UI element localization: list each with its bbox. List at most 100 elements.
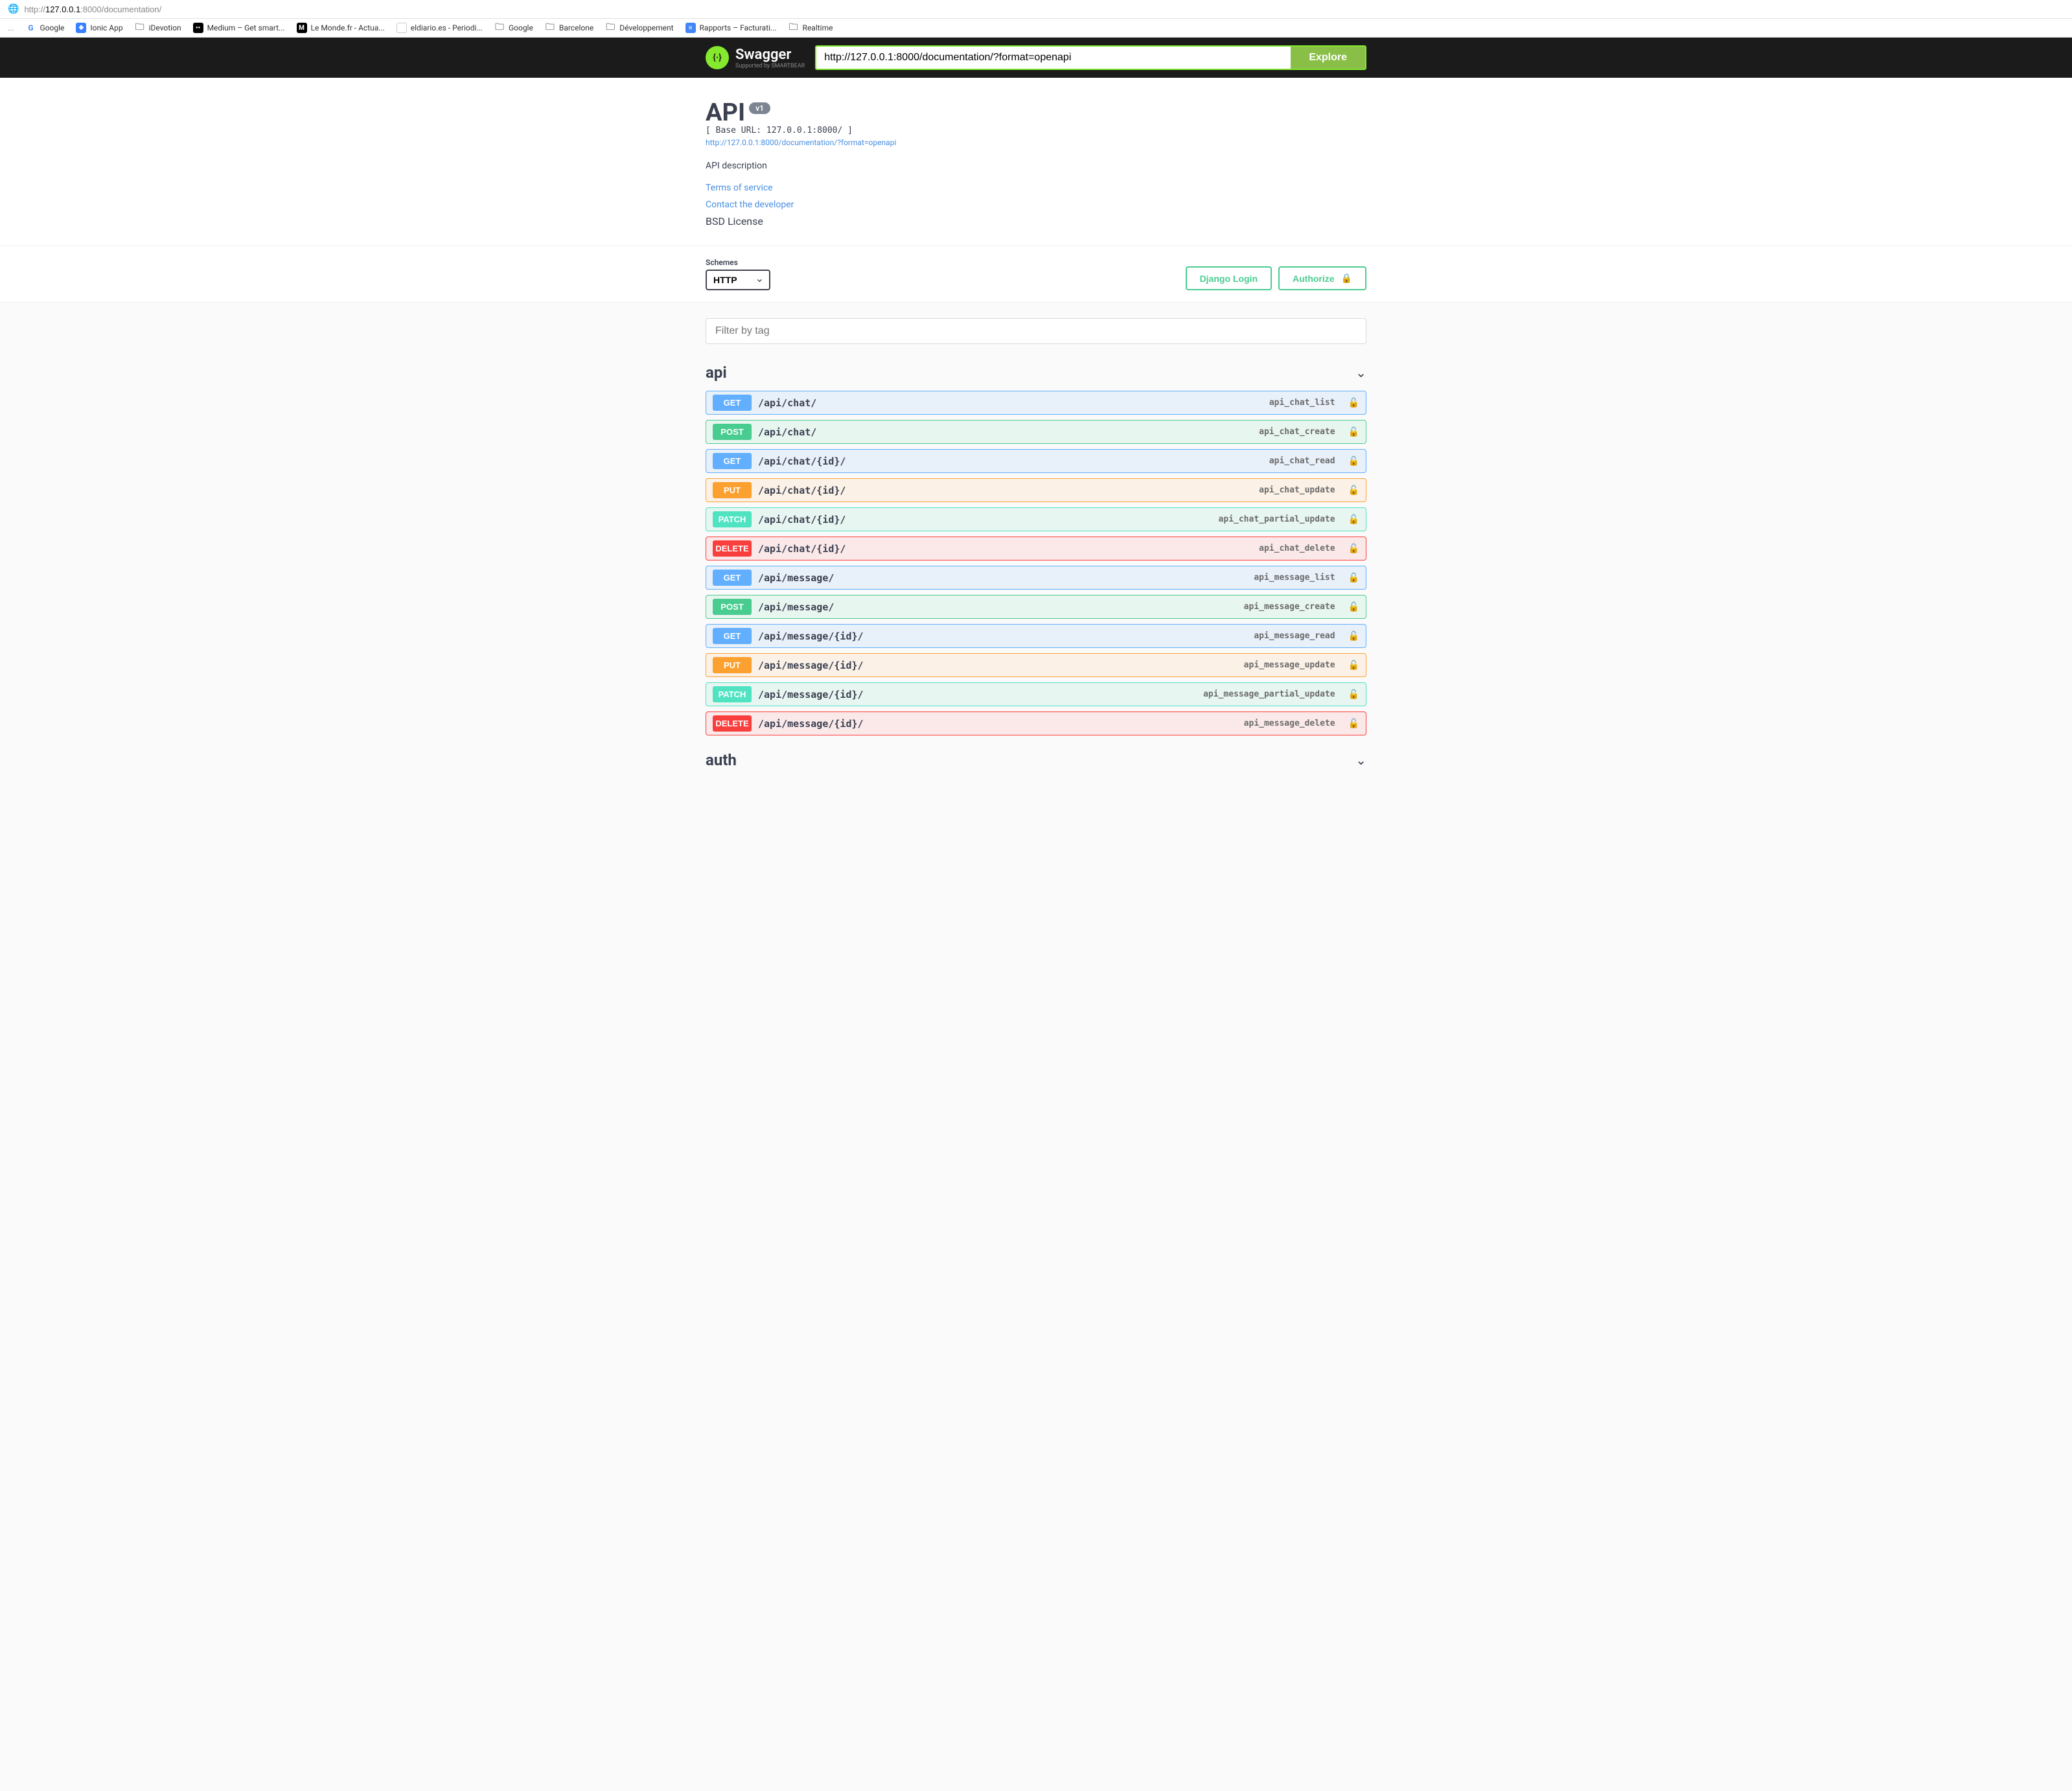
opblock-summary[interactable]: POST/api/message/api_message_create🔓 [706, 595, 1366, 618]
version-badge: v1 [749, 102, 770, 114]
op-description: api_chat_list [1269, 398, 1335, 408]
lock-icon: 🔓 [1348, 631, 1359, 641]
url-text[interactable]: http://127.0.0.1:8000/documentation/ [24, 5, 161, 14]
opblock-summary[interactable]: PUT/api/message/{id}/api_message_update🔓 [706, 654, 1366, 676]
bookmark-item[interactable]: 🗀Realtime [789, 23, 833, 33]
op-path: /api/chat/{id}/ [758, 514, 846, 526]
bookmark-item[interactable]: 🗀Développement [605, 23, 673, 33]
bookmark-item[interactable]: ❖ Ionic App [76, 23, 122, 33]
opblock-summary[interactable]: PATCH/api/message/{id}/api_message_parti… [706, 683, 1366, 706]
bookmark-label: Medium – Get smart... [207, 23, 285, 32]
op-description: api_chat_delete [1259, 544, 1335, 553]
opblock[interactable]: POST/api/chat/api_chat_create🔓 [706, 420, 1366, 444]
filter-input[interactable] [706, 318, 1366, 344]
method-tag: GET [713, 570, 752, 586]
opblock[interactable]: GET/api/chat/{id}/api_chat_read🔓 [706, 449, 1366, 473]
bookmark-icon: ≡ [685, 23, 696, 33]
op-path: /api/message/ [758, 601, 834, 613]
bookmarks-more[interactable]: ... [8, 23, 14, 32]
explore-button[interactable]: Explore [1291, 47, 1365, 69]
method-tag: PUT [713, 482, 752, 498]
method-tag: GET [713, 453, 752, 469]
chevron-down-icon: ⌄ [1355, 752, 1366, 768]
lock-icon: 🔓 [1348, 573, 1359, 583]
op-path: /api/chat/{id}/ [758, 543, 846, 555]
swagger-logo[interactable]: {·} Swagger Supported by SMARTBEAR [706, 46, 805, 69]
authorize-button[interactable]: Authorize 🔒 [1278, 266, 1366, 290]
opblock-summary[interactable]: GET/api/chat/{id}/api_chat_read🔓 [706, 450, 1366, 472]
op-description: api_message_partial_update [1203, 689, 1335, 699]
bookmark-item[interactable]: MLe Monde.fr - Actua... [297, 23, 385, 33]
op-description: api_message_list [1254, 573, 1335, 583]
opblock-summary[interactable]: DELETE/api/message/{id}/api_message_dele… [706, 712, 1366, 735]
spec-url-input[interactable] [816, 47, 1291, 69]
bookmark-item[interactable]: ◔eldiario.es - Periodi... [397, 23, 483, 33]
bookmark-icon: 🗀 [789, 23, 799, 33]
opblock-summary[interactable]: POST/api/chat/api_chat_create🔓 [706, 421, 1366, 443]
opblock-summary[interactable]: GET/api/message/api_message_list 🔓 [706, 566, 1366, 589]
api-info-section: API v1 [ Base URL: 127.0.0.1:8000/ ] htt… [0, 78, 2072, 246]
opblock[interactable]: PUT/api/message/{id}/api_message_update🔓 [706, 653, 1366, 677]
op-description: api_message_create [1244, 602, 1335, 612]
swagger-brand-text: Swagger [735, 47, 805, 63]
opblock-summary[interactable]: DELETE/api/chat/{id}/api_chat_delete🔓 [706, 537, 1366, 560]
opblock[interactable]: GET/api/message/{id}/ api_message_read 🔓 [706, 624, 1366, 648]
opblock[interactable]: GET/api/chat/api_chat_list🔓 [706, 391, 1366, 415]
base-url: [ Base URL: 127.0.0.1:8000/ ] [706, 126, 1366, 135]
browser-url-bar: 🌐 http://127.0.0.1:8000/documentation/ [0, 0, 2072, 19]
bookmark-icon: ❖ [76, 23, 86, 33]
tag-header-auth[interactable]: auth⌄ [706, 746, 1366, 778]
globe-icon: 🌐 [8, 4, 19, 14]
bookmark-item[interactable]: 🗀Google [494, 23, 533, 33]
lock-icon: 🔓 [1348, 398, 1359, 408]
bookmark-item[interactable]: ≡Rapports – Facturati... [685, 23, 777, 33]
op-path: /api/chat/{id}/ [758, 485, 846, 496]
terms-link[interactable]: Terms of service [706, 183, 1366, 193]
bookmark-label: Ionic App [90, 23, 122, 32]
django-login-button[interactable]: Django Login [1186, 266, 1272, 290]
scheme-select[interactable]: HTTP [706, 270, 770, 290]
op-path: /api/message/ [758, 572, 834, 584]
bookmark-item[interactable]: GGoogle [26, 23, 65, 33]
opblock-summary[interactable]: PUT/api/chat/{id}/api_chat_update🔓 [706, 479, 1366, 502]
method-tag: GET [713, 628, 752, 644]
method-tag: PATCH [713, 511, 752, 527]
bookmark-icon: 🗀 [605, 23, 616, 33]
contact-link[interactable]: Contact the developer [706, 200, 1366, 210]
method-tag: DELETE [713, 540, 752, 557]
opblock[interactable]: DELETE/api/message/{id}/api_message_dele… [706, 711, 1366, 735]
op-description: api_message_read [1254, 631, 1335, 641]
spec-link[interactable]: http://127.0.0.1:8000/documentation/?for… [706, 138, 896, 147]
opblock-summary[interactable]: PATCH/api/chat/{id}/api_chat_partial_upd… [706, 508, 1366, 531]
lock-icon: 🔓 [1348, 602, 1359, 612]
bookmark-item[interactable]: 🗀Barcelone [545, 23, 593, 33]
opblock[interactable]: PATCH/api/chat/{id}/api_chat_partial_upd… [706, 507, 1366, 531]
op-path: /api/message/{id}/ [758, 630, 864, 642]
bookmark-label: Google [509, 23, 533, 32]
scheme-section: Schemes HTTP Django Login Authorize 🔒 [0, 246, 2072, 303]
opblock[interactable]: POST/api/message/api_message_create🔓 [706, 595, 1366, 619]
opblock[interactable]: PATCH/api/message/{id}/api_message_parti… [706, 682, 1366, 706]
bookmark-icon: ◔ [397, 23, 407, 33]
method-tag: DELETE [713, 715, 752, 732]
method-tag: POST [713, 424, 752, 440]
swagger-subtext: Supported by SMARTBEAR [735, 63, 805, 69]
opblock-summary[interactable]: GET/api/message/{id}/ api_message_read 🔓 [706, 625, 1366, 647]
lock-icon: 🔓 [1348, 514, 1359, 525]
bookmark-item[interactable]: 🗀iDevotion [135, 23, 181, 33]
opblock[interactable]: PUT/api/chat/{id}/api_chat_update🔓 [706, 478, 1366, 502]
method-tag: PUT [713, 657, 752, 673]
bookmark-item[interactable]: ••Medium – Get smart... [193, 23, 285, 33]
lock-icon: 🔓 [1348, 456, 1359, 467]
opblock[interactable]: DELETE/api/chat/{id}/api_chat_delete🔓 [706, 537, 1366, 560]
op-path: /api/chat/ [758, 397, 816, 409]
op-path: /api/message/{id}/ [758, 689, 864, 700]
lock-icon: 🔓 [1348, 427, 1359, 437]
op-description: api_chat_update [1259, 485, 1335, 495]
tag-header-api[interactable]: api⌄ [706, 358, 1366, 391]
bookmark-icon: 🗀 [545, 23, 555, 33]
schemes-label: Schemes [706, 258, 770, 267]
lock-icon: 🔓 [1348, 660, 1359, 671]
opblock-summary[interactable]: GET/api/chat/api_chat_list🔓 [706, 391, 1366, 414]
opblock[interactable]: GET/api/message/api_message_list 🔓 [706, 566, 1366, 590]
